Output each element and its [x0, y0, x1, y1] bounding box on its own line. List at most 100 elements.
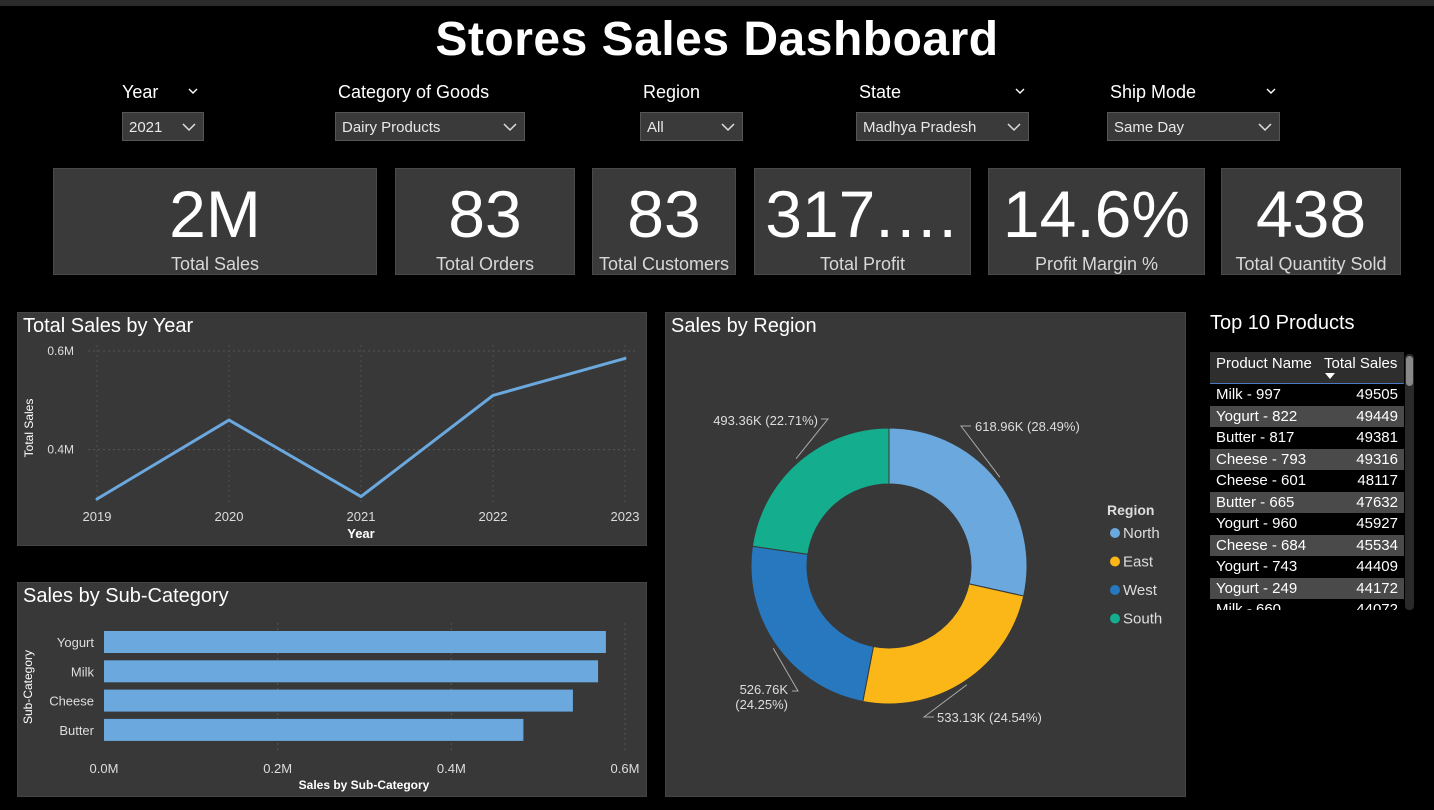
y-tick-label: Butter — [59, 723, 94, 738]
slicer-value: Madhya Pradesh — [863, 119, 977, 136]
chevron-down-icon[interactable] — [1266, 86, 1276, 96]
x-tick-label: 0.0M — [90, 761, 119, 776]
table-row[interactable]: Yogurt - 743 44409 — [1210, 556, 1404, 578]
bar — [104, 718, 524, 741]
table-row[interactable]: Yogurt - 249 44172 — [1210, 577, 1404, 599]
table-row[interactable]: Cheese - 684 45534 — [1210, 534, 1404, 556]
legend-title: Region — [1107, 502, 1154, 518]
cell-product-name: Cheese - 684 — [1216, 536, 1307, 554]
legend-marker — [1110, 528, 1120, 538]
slicer-value: All — [647, 119, 664, 136]
cell-total-sales: 44172 — [1356, 579, 1398, 597]
data-label: (24.25%) — [735, 697, 788, 712]
chevron-down-icon[interactable] — [1015, 86, 1025, 96]
slicer-dropdown[interactable]: Same Day — [1107, 112, 1280, 141]
x-tick-label: 0.2M — [263, 761, 292, 776]
table-row[interactable]: Cheese - 601 48117 — [1210, 470, 1404, 492]
legend-label: West — [1123, 582, 1158, 599]
panel-sales-by-subcategory: Sales by Sub-Category 0.0M 0.2M 0.4M 0.6M Yo… — [17, 582, 647, 797]
scrollbar-thumb[interactable] — [1406, 356, 1413, 386]
slicer-value: Dairy Products — [342, 119, 441, 136]
slicer-dropdown[interactable]: Dairy Products — [335, 112, 525, 141]
table-row[interactable]: Butter - 817 49381 — [1210, 427, 1404, 449]
x-tick-label: 2021 — [347, 509, 376, 524]
chevron-down-icon — [721, 123, 735, 132]
cell-product-name: Yogurt - 249 — [1216, 579, 1298, 597]
column-header-product[interactable]: Product Name — [1216, 355, 1312, 372]
legend-label: South — [1123, 611, 1162, 628]
cell-product-name: Yogurt - 822 — [1216, 407, 1298, 425]
cell-product-name: Milk - 660 — [1216, 601, 1282, 610]
kpi-caption: Total Customers — [598, 254, 730, 274]
donut-chart: 618.96K (28.49%) 533.13K (24.54%) 526.76K(… — [713, 413, 1162, 725]
legend-marker — [1110, 556, 1120, 567]
chevron-down-icon[interactable] — [188, 86, 198, 96]
y-axis-label: Sub-Category — [21, 650, 35, 724]
x-axis-label: Sales by Sub-Category — [299, 778, 430, 792]
legend-marker — [1110, 613, 1120, 624]
kpi-value: 2M — [169, 177, 261, 251]
data-point — [227, 418, 231, 422]
x-tick-label: 0.4M — [437, 761, 466, 776]
cell-product-name: Yogurt - 743 — [1216, 558, 1298, 575]
table-row[interactable]: Yogurt - 822 49449 — [1210, 405, 1404, 427]
table-scrollbar[interactable] — [1405, 354, 1414, 610]
x-tick-label: 2019 — [83, 509, 112, 524]
table-row[interactable]: Cheese - 793 49316 — [1210, 448, 1404, 470]
bar-chart: 0.0M 0.2M 0.4M 0.6M Yogurt Milk Cheese Butter Sa… — [21, 623, 640, 792]
cell-total-sales: 49381 — [1356, 429, 1398, 446]
cell-total-sales: 47632 — [1356, 493, 1398, 511]
table-header: Product Name Total Sales — [1210, 352, 1404, 384]
kpi-card-total-profit: 317.… Total Profit — [754, 168, 971, 275]
kpi-card-total-sales: 2M Total Sales — [53, 168, 377, 275]
chevron-down-icon — [1007, 123, 1021, 132]
y-tick-label: Cheese — [49, 694, 94, 709]
kpi-card-total-quantity: 438 Total Quantity Sold — [1221, 168, 1401, 275]
donut-slice-east — [862, 583, 1025, 705]
bar — [104, 631, 606, 653]
data-label: 618.96K (28.49%) — [975, 419, 1080, 434]
data-point — [359, 495, 363, 499]
slicer-dropdown[interactable]: All — [640, 112, 743, 141]
table-row[interactable]: Milk - 997 49505 — [1210, 384, 1404, 406]
y-tick-label: 0.6M — [47, 344, 74, 358]
chevron-down-icon — [503, 123, 517, 132]
donut-slice-south — [751, 427, 890, 555]
kpi-value: 83 — [448, 177, 522, 251]
line-chart: 0.6M 0.4M 2019 2020 2021 2022 2023 Year Total Sa… — [22, 344, 640, 541]
kpi-value: 438 — [1255, 177, 1367, 251]
window-top-bar — [0, 0, 1434, 6]
cell-product-name: Yogurt - 960 — [1216, 515, 1298, 532]
table-row[interactable]: Butter - 665 47632 — [1210, 491, 1404, 513]
x-tick-label: 0.6M — [611, 761, 640, 776]
x-tick-label: 2023 — [611, 509, 640, 524]
data-point — [491, 393, 495, 397]
kpi-value: 14.6% — [1002, 177, 1191, 251]
legend-marker — [1110, 585, 1120, 595]
data-label: 526.76K — [740, 682, 789, 697]
kpi-card-total-orders: 83 Total Orders — [395, 168, 575, 275]
table-body: Milk - 997 49505 Yogurt - 822 49449 Butter -… — [1210, 384, 1404, 610]
data-label: 493.36K (22.71%) — [713, 413, 818, 428]
cell-total-sales: 44409 — [1356, 558, 1398, 575]
chevron-down-icon — [1258, 123, 1272, 132]
panel-sales-by-region: Sales by Region 618.96K (28.49%) 533.13K … — [665, 312, 1186, 797]
series-line — [96, 356, 626, 501]
dashboard-title: Stores Sales Dashboard — [435, 13, 999, 66]
cell-product-name: Milk - 997 — [1216, 386, 1282, 403]
y-tick-label: Yogurt — [57, 635, 94, 650]
kpi-value: 83 — [627, 177, 701, 251]
sort-descending-icon — [1325, 373, 1335, 379]
cell-product-name: Cheese - 793 — [1216, 450, 1307, 468]
data-label: 533.13K (24.54%) — [937, 710, 1042, 725]
kpi-caption: Total Profit — [819, 254, 906, 274]
cell-product-name: Butter - 665 — [1216, 493, 1295, 511]
top10-table: Product Name Total Sales Milk - 997 49505… — [1210, 352, 1404, 610]
slicer-dropdown[interactable]: Madhya Pradesh — [856, 112, 1029, 141]
column-header-sales[interactable]: Total Sales — [1324, 355, 1397, 372]
slicer-dropdown[interactable]: 2021 — [122, 112, 204, 141]
table-row[interactable]: Milk - 660 44072 — [1210, 599, 1404, 610]
kpi-value: 317.… — [765, 177, 960, 251]
table-row[interactable]: Yogurt - 960 45927 — [1210, 513, 1404, 535]
x-axis-label: Year — [347, 526, 374, 541]
